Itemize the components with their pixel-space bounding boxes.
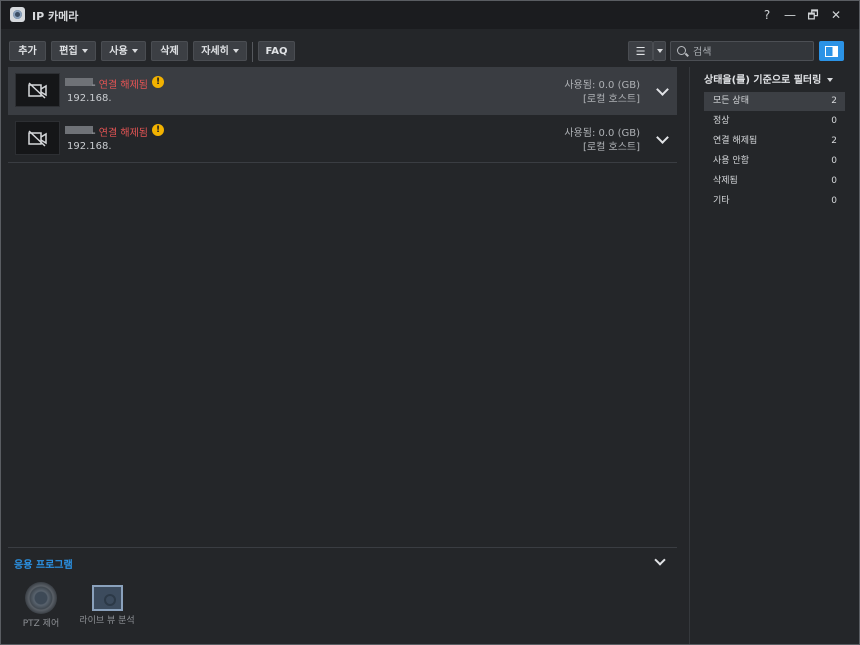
status-text: 연결 해제됨 — [98, 80, 148, 91]
delete-label: 삭제 — [160, 46, 179, 57]
storage-usage: 사용됨: 0.0 (GB) — [564, 128, 640, 139]
caret-down-icon — [656, 49, 663, 53]
camera-status: - 연결 해제됨 — [92, 124, 148, 139]
camera-thumbnail — [15, 121, 60, 155]
camera-name-redacted — [65, 78, 93, 86]
camera-host: [로컬 호스트] — [583, 94, 640, 105]
window-title: IP 카메라 — [32, 10, 79, 23]
expand-chevron-icon[interactable] — [656, 131, 669, 144]
search-input[interactable] — [691, 43, 813, 61]
filter-other[interactable]: 기타 0 — [704, 192, 845, 211]
delete-button[interactable]: 삭제 — [151, 41, 188, 61]
filter-label: 사용 안함 — [713, 156, 749, 166]
filter-normal[interactable]: 정상 0 — [704, 112, 845, 131]
status-dash: - — [92, 128, 99, 139]
camera-off-icon — [28, 130, 47, 147]
edit-label: 편집 — [59, 46, 78, 57]
app-label: 라이브 뷰 분석 — [79, 616, 135, 626]
enable-label: 사용 — [109, 46, 128, 57]
filter-count: 2 — [831, 136, 837, 146]
filter-count: 0 — [831, 116, 837, 126]
side-panel-icon — [825, 46, 838, 57]
filter-label: 기타 — [713, 196, 730, 206]
camera-host: [로컬 호스트] — [583, 142, 640, 153]
filter-count: 0 — [831, 196, 837, 206]
filter-all-status[interactable]: 모든 상태 2 — [704, 92, 845, 111]
status-filter-sidebar: 상태을(를) 기준으로 필터링 모든 상태 2 정상 0 연결 해제됨 2 사용 안함… — [689, 67, 859, 644]
caret-down-icon — [232, 49, 239, 53]
status-text: 연결 해제됨 — [98, 128, 148, 139]
camera-thumbnail — [15, 73, 60, 107]
filter-label: 정상 — [713, 116, 730, 126]
app-ptz-control[interactable]: PTZ 제어 — [11, 582, 71, 631]
search-box[interactable] — [670, 41, 814, 61]
faq-button[interactable]: FAQ — [258, 41, 295, 61]
list-view-icon: ☰ — [635, 45, 646, 58]
camera-row[interactable]: - 연결 해제됨 ! 192.168. 사용됨: 0.0 (GB) [로컬 호스… — [8, 115, 677, 163]
details-button[interactable]: 자세히 — [193, 41, 247, 61]
camera-row[interactable]: - 연결 해제됨 ! 192.168. 사용됨: 0.0 (GB) [로컬 호스… — [8, 67, 677, 115]
camera-list: - 연결 해제됨 ! 192.168. 사용됨: 0.0 (GB) [로컬 호스… — [8, 67, 677, 547]
filter-label: 모든 상태 — [713, 96, 749, 106]
ptz-icon — [25, 582, 57, 614]
search-icon — [677, 46, 686, 55]
filter-label: 연결 해제됨 — [713, 136, 758, 146]
minimize-button[interactable]: — — [780, 5, 800, 25]
warning-icon: ! — [152, 76, 164, 88]
panel-toggle-button[interactable] — [819, 41, 844, 61]
enable-button[interactable]: 사용 — [101, 41, 146, 61]
list-view-button[interactable]: ☰ — [628, 41, 653, 61]
add-label: 추가 — [18, 46, 37, 57]
filter-count: 0 — [831, 176, 837, 186]
edit-button[interactable]: 편집 — [51, 41, 96, 61]
title-bar: IP 카메라 ? — 🗗 ✕ — [1, 1, 859, 29]
expand-chevron-icon[interactable] — [656, 83, 669, 96]
caret-down-icon — [81, 49, 88, 53]
live-view-analytics-icon — [91, 585, 123, 611]
filter-dropdown[interactable]: 상태을(를) 기준으로 필터링 — [704, 71, 834, 86]
ip-camera-window: IP 카메라 ? — 🗗 ✕ 추가 편집 사용 삭제 자세히 FAQ ☰ 검색 … — [0, 0, 860, 645]
filter-disabled[interactable]: 사용 안함 0 — [704, 152, 845, 171]
faq-label: FAQ — [265, 46, 288, 57]
add-button[interactable]: 추가 — [9, 41, 46, 61]
ip-camera-app-icon — [10, 7, 25, 22]
filter-label: 삭제됨 — [713, 176, 738, 186]
help-button[interactable]: ? — [757, 5, 777, 25]
caret-down-icon — [827, 78, 834, 82]
collapse-chevron-icon[interactable] — [654, 554, 666, 566]
restore-button[interactable]: 🗗 — [803, 5, 823, 25]
toolbar-divider — [252, 42, 253, 62]
toolbar: 추가 편집 사용 삭제 자세히 FAQ ☰ — [1, 29, 859, 67]
applications-title: 응용 프로그램 — [14, 560, 73, 571]
applications-panel: 응용 프로그램 PTZ 제어 라이브 뷰 분석 — [8, 547, 677, 644]
view-dropdown-button[interactable] — [653, 41, 666, 61]
app-live-view-analytics[interactable]: 라이브 뷰 분석 — [76, 582, 138, 628]
status-dash: - — [92, 80, 99, 91]
close-button[interactable]: ✕ — [826, 5, 846, 25]
storage-usage: 사용됨: 0.0 (GB) — [564, 80, 640, 91]
filter-title: 상태을(를) 기준으로 필터링 — [704, 75, 822, 86]
filter-count: 2 — [831, 96, 837, 106]
camera-off-icon — [28, 82, 47, 99]
filter-deleted[interactable]: 삭제됨 0 — [704, 172, 845, 191]
camera-status: - 연결 해제됨 — [92, 76, 148, 91]
filter-count: 0 — [831, 156, 837, 166]
app-label: PTZ 제어 — [22, 619, 60, 629]
camera-name-redacted — [65, 126, 93, 134]
details-label: 자세히 — [201, 46, 229, 57]
filter-disconnected[interactable]: 연결 해제됨 2 — [704, 132, 845, 151]
camera-ip: 192.168. — [67, 93, 112, 104]
camera-ip: 192.168. — [67, 141, 112, 152]
warning-icon: ! — [152, 124, 164, 136]
caret-down-icon — [131, 49, 138, 53]
